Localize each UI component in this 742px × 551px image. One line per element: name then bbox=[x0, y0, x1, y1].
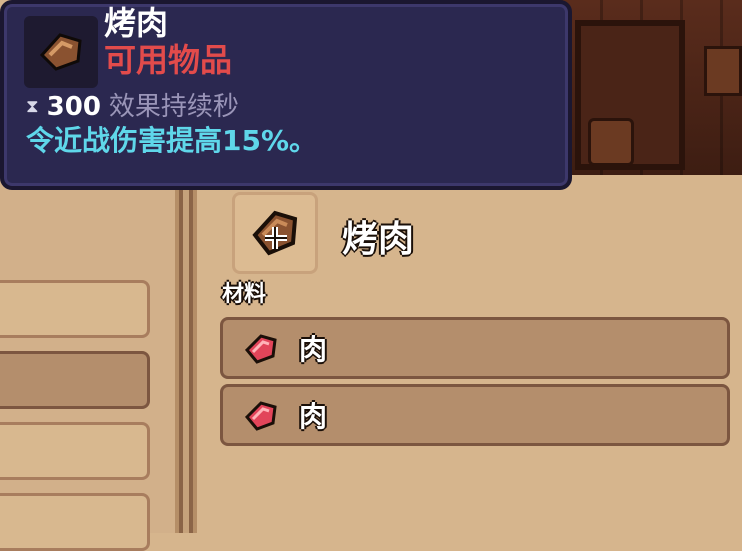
recipe-title: 烤肉 bbox=[342, 219, 415, 260]
material-name: 肉 bbox=[299, 400, 328, 433]
material-name: 肉 bbox=[299, 333, 328, 366]
recipe-list-item[interactable] bbox=[0, 422, 150, 480]
panel-divider bbox=[175, 175, 197, 533]
recipe-list-item[interactable] bbox=[0, 280, 150, 338]
recipe-list-item-selected[interactable] bbox=[0, 351, 150, 409]
tooltip-duration: ⧗ 300 效果持续秒 bbox=[26, 92, 239, 122]
crate-decoration bbox=[704, 46, 742, 96]
raw-meat-icon bbox=[244, 334, 277, 364]
tooltip-effect: 令近战伤害提高15%。 bbox=[26, 124, 318, 157]
item-tooltip: 烤肉 可用物品 ⧗ 300 效果持续秒 令近战伤害提高15%。 bbox=[0, 0, 572, 190]
material-row: 肉 bbox=[220, 317, 730, 379]
recipe-list-item[interactable] bbox=[0, 493, 150, 551]
raw-meat-icon bbox=[244, 401, 277, 431]
tooltip-item-type: 可用物品 bbox=[104, 41, 233, 79]
duration-value: 300 bbox=[46, 92, 101, 122]
barrel-decoration bbox=[588, 118, 634, 166]
materials-heading: 材料 bbox=[222, 282, 267, 307]
recipe-list-panel bbox=[0, 175, 175, 551]
tooltip-icon-frame bbox=[24, 16, 98, 88]
material-row: 肉 bbox=[220, 384, 730, 446]
tooltip-item-name: 烤肉 bbox=[104, 4, 169, 42]
duration-label: 效果持续秒 bbox=[108, 92, 239, 122]
recipe-icon-frame bbox=[232, 192, 318, 274]
roasted-meat-icon bbox=[252, 210, 298, 256]
hourglass-icon: ⧗ bbox=[26, 96, 39, 117]
roasted-meat-icon bbox=[39, 33, 82, 71]
